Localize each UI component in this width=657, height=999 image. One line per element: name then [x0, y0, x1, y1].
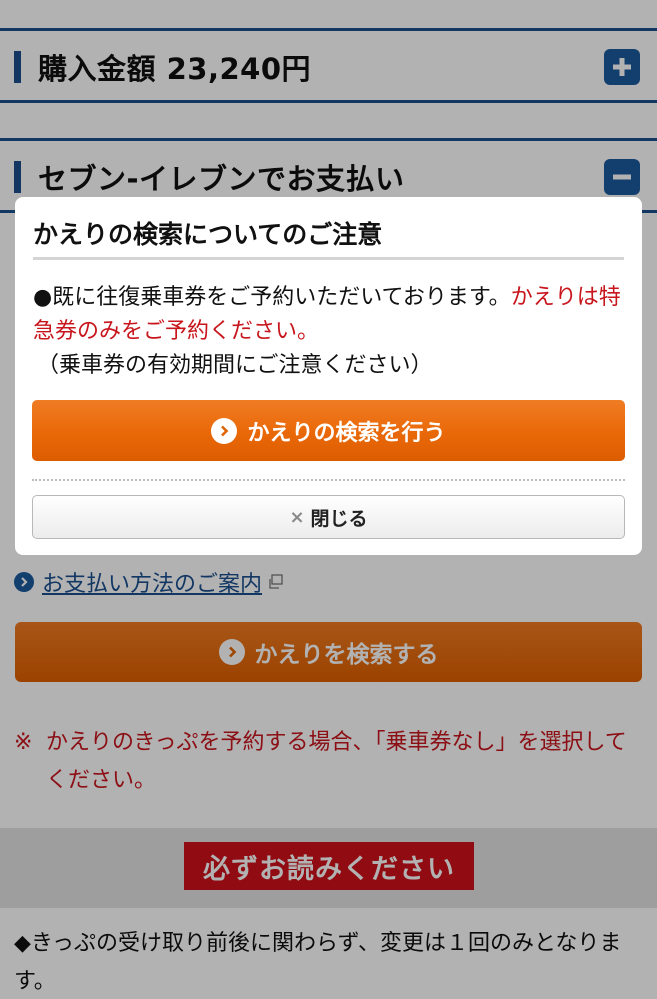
chevron-right-circle-icon [211, 417, 238, 444]
notice-text: ●既に往復乗車券をご予約いただいております。 [33, 285, 511, 310]
search-return-confirm-button[interactable]: かえりの検索を行う [32, 400, 625, 461]
divider [33, 257, 624, 260]
close-icon: × [289, 506, 305, 528]
modal-body: ●既に往復乗車券をご予約いただいております。かえりは特急券のみをご予約ください。… [33, 281, 633, 383]
dotted-divider [32, 479, 625, 481]
close-button[interactable]: × 閉じる [32, 495, 625, 539]
modal-title: かえりの検索についてのご注意 [33, 220, 383, 249]
notice-caution-text: （乗車券の有効期間にご注意ください） [37, 353, 433, 378]
return-search-notice-modal: かえりの検索についてのご注意 ●既に往復乗車券をご予約いただいております。かえり… [15, 197, 642, 555]
close-label: 閉じる [310, 507, 368, 530]
search-return-confirm-label: かえりの検索を行う [247, 420, 446, 446]
